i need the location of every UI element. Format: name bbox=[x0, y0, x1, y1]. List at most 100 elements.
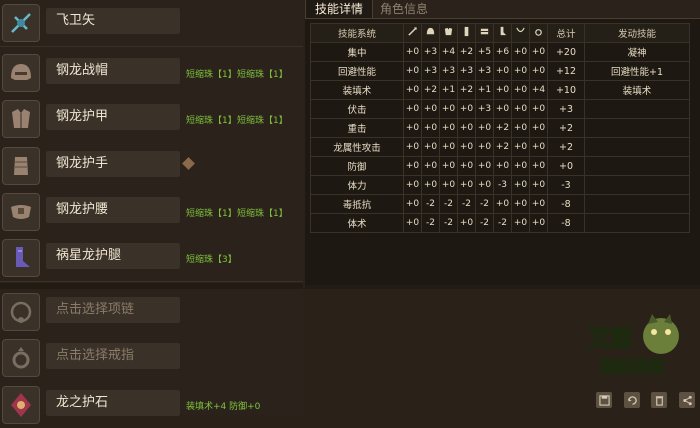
equipment-name[interactable]: 祸星龙护腿 bbox=[46, 243, 180, 269]
column-header-total: 总计 bbox=[547, 23, 585, 43]
decoration-slot[interactable]: 短缩珠【1】 bbox=[237, 113, 288, 126]
skill-total: +2 bbox=[547, 118, 585, 138]
skill-value: +0 bbox=[475, 175, 494, 195]
skill-value: +0 bbox=[529, 194, 548, 214]
equipment-slot[interactable]: 钢龙护腰 短缩珠【1】 短缩珠【1】 bbox=[0, 189, 303, 235]
skill-value: +0 bbox=[493, 194, 512, 214]
skill-value: +0 bbox=[529, 42, 548, 62]
skill-value: -2 bbox=[475, 213, 494, 233]
equipment-name[interactable]: 钢龙护手 bbox=[46, 151, 180, 177]
select-slot-button[interactable]: 点击选择戒指 bbox=[46, 343, 180, 369]
table-row: 装填术 +0 +2 +1 +2 +1 +0 +0 +4 +10 装填术 bbox=[310, 80, 690, 100]
skill-value: +0 bbox=[457, 99, 476, 119]
column-header-icon bbox=[457, 23, 476, 43]
equipment-icon-box[interactable] bbox=[2, 239, 40, 277]
share-button[interactable] bbox=[679, 392, 695, 408]
active-skill bbox=[584, 213, 690, 233]
decoration-slot[interactable]: 短缩珠【1】 bbox=[186, 206, 237, 219]
equipment-icon-box[interactable] bbox=[2, 147, 40, 185]
skill-total: -3 bbox=[547, 175, 585, 195]
svg-text:猫配装器: 猫配装器 bbox=[600, 357, 665, 376]
equipment-slot[interactable]: 祸星龙护腿 短缩珠【3】 bbox=[0, 235, 303, 282]
skill-value: +0 bbox=[421, 118, 440, 138]
gauntlet-icon bbox=[464, 26, 469, 37]
equipment-slot[interactable]: 点击选择戒指 bbox=[0, 335, 303, 381]
equipment-icon-box[interactable] bbox=[2, 4, 40, 42]
skill-total: -8 bbox=[547, 213, 585, 233]
equipment-slot[interactable]: 钢龙护甲 短缩珠【1】 短缩珠【1】 bbox=[0, 96, 303, 142]
equipment-icon-box[interactable] bbox=[2, 339, 40, 377]
table-row: 龙属性攻击 +0 +0 +0 +0 +0 +2 +0 +0 +2 bbox=[310, 137, 690, 157]
tab-character-info[interactable]: 角色信息 bbox=[371, 0, 437, 18]
skill-value: +2 bbox=[457, 42, 476, 62]
skill-value: +4 bbox=[529, 80, 548, 100]
column-header-active-skill: 发动技能 bbox=[584, 23, 690, 43]
decoration-slot[interactable]: 短缩珠【1】 bbox=[186, 113, 237, 126]
tab-skill-details[interactable]: 技能详情 bbox=[305, 0, 374, 18]
equipment-name[interactable]: 龙之护石 bbox=[46, 390, 180, 416]
skill-total: +10 bbox=[547, 80, 585, 100]
skill-value: +0 bbox=[457, 137, 476, 157]
equipment-name[interactable]: 钢龙护甲 bbox=[46, 104, 180, 130]
table-row: 毒抵抗 +0 -2 -2 -2 -2 +0 +0 +0 -8 bbox=[310, 194, 690, 214]
equipment-name[interactable]: 钢龙战帽 bbox=[46, 58, 180, 84]
tab-bar: 技能详情 角色信息 bbox=[305, 0, 700, 19]
equipment-name[interactable]: 钢龙护腰 bbox=[46, 197, 180, 223]
necklace-icon bbox=[10, 301, 32, 323]
skill-value: +0 bbox=[529, 213, 548, 233]
skill-value: +0 bbox=[493, 61, 512, 81]
active-skill bbox=[584, 156, 690, 176]
refresh-button[interactable] bbox=[624, 392, 640, 408]
decoration-slot[interactable]: 短缩珠【1】 bbox=[237, 67, 288, 80]
skill-value: +0 bbox=[403, 61, 422, 81]
decoration-slot[interactable]: 短缩珠【1】 bbox=[186, 67, 237, 80]
skill-value: +0 bbox=[439, 118, 458, 138]
decoration-slot[interactable]: 装填术+4 防御+0 bbox=[186, 399, 260, 412]
skill-value: +0 bbox=[403, 118, 422, 138]
equipment-slot[interactable]: 飞卫矢 bbox=[0, 0, 303, 47]
skill-name: 毒抵抗 bbox=[310, 194, 404, 214]
equipment-icon-box[interactable] bbox=[2, 193, 40, 231]
delete-button[interactable] bbox=[651, 392, 667, 408]
skill-value: +0 bbox=[493, 156, 512, 176]
table-row: 体力 +0 +0 +0 +0 +0 -3 +0 +0 -3 bbox=[310, 175, 690, 195]
equipment-slot[interactable]: 龙之护石 装填术+4 防御+0 bbox=[0, 382, 303, 428]
active-skill: 装填术 bbox=[584, 80, 690, 100]
waist-armor-icon bbox=[11, 205, 31, 219]
equipment-icon-box[interactable] bbox=[2, 386, 40, 424]
skill-value: +0 bbox=[493, 99, 512, 119]
skill-value: +0 bbox=[421, 137, 440, 157]
talisman-icon bbox=[11, 393, 31, 417]
skill-name: 回避性能 bbox=[310, 61, 404, 81]
skill-value: -2 bbox=[421, 213, 440, 233]
skill-name: 伏击 bbox=[310, 99, 404, 119]
skill-value: +0 bbox=[457, 213, 476, 233]
skill-value: +3 bbox=[475, 61, 494, 81]
equipment-slot[interactable]: 钢龙护手 bbox=[0, 143, 303, 189]
skill-total: +2 bbox=[547, 137, 585, 157]
skill-value: +0 bbox=[475, 118, 494, 138]
save-button[interactable] bbox=[596, 392, 612, 408]
decoration-slot[interactable]: 短缩珠【3】 bbox=[186, 252, 237, 265]
equipment-slot[interactable]: 钢龙战帽 短缩珠【1】 短缩珠【1】 bbox=[0, 50, 303, 96]
skill-value: +2 bbox=[493, 137, 512, 157]
select-slot-button[interactable]: 点击选择项链 bbox=[46, 297, 180, 323]
skill-value: +0 bbox=[421, 99, 440, 119]
active-skill bbox=[584, 137, 690, 157]
equipment-slot[interactable]: 点击选择项链 bbox=[0, 289, 303, 335]
skill-name: 体力 bbox=[310, 175, 404, 195]
leg-armor-icon bbox=[500, 26, 507, 36]
equipment-icon-box[interactable] bbox=[2, 100, 40, 138]
skill-name: 防御 bbox=[310, 156, 404, 176]
column-header-icon bbox=[493, 23, 512, 43]
decoration-slot[interactable]: 短缩珠【1】 bbox=[237, 206, 288, 219]
empty-gem-slot-icon[interactable] bbox=[182, 157, 195, 170]
column-header-icon bbox=[439, 23, 458, 43]
skill-value: +0 bbox=[457, 156, 476, 176]
equipment-name[interactable]: 飞卫矢 bbox=[46, 8, 180, 34]
refresh-icon bbox=[627, 395, 637, 405]
equipment-icon-box[interactable] bbox=[2, 54, 40, 92]
equipment-icon-box[interactable] bbox=[2, 293, 40, 331]
svg-text:艾露: 艾露 bbox=[588, 327, 633, 352]
skill-value: +2 bbox=[421, 80, 440, 100]
